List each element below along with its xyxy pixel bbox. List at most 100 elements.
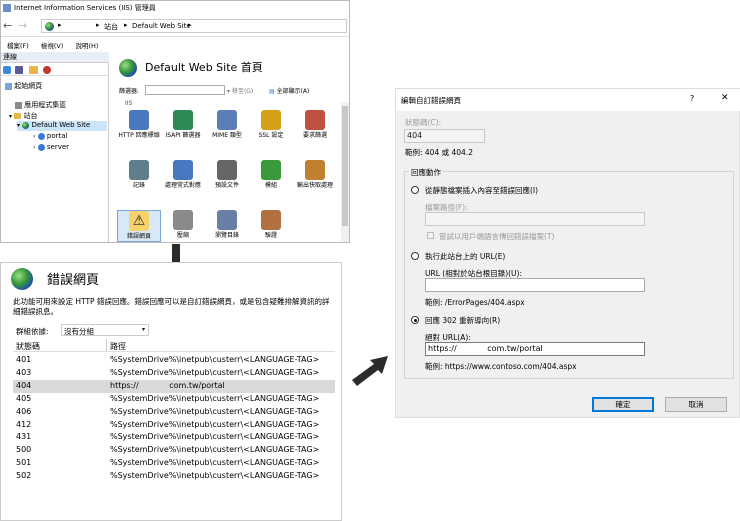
- column-status-code[interactable]: 狀態碼: [16, 341, 40, 352]
- table-row[interactable]: 501 %SystemDrive%\inetpub\custerr\<LANGUA…: [13, 457, 335, 470]
- status-code-cell: 404: [16, 380, 32, 390]
- status-code-input[interactable]: 404: [404, 129, 485, 143]
- menu-help[interactable]: 說明(H): [76, 42, 99, 50]
- table-row[interactable]: 403 %SystemDrive%\inetpub\custerr\<LANGUA…: [13, 367, 335, 380]
- connect-icon[interactable]: [3, 66, 11, 74]
- feature-tile[interactable]: 驗證: [249, 210, 293, 240]
- help-button[interactable]: ?: [690, 94, 694, 103]
- back-button[interactable]: ←: [3, 19, 12, 32]
- features-pane: Default Web Site 首頁 篩選器: ▾ 移至(G) ▤ 全部顯示(…: [111, 52, 349, 242]
- redirect-302-option-label[interactable]: 回應 302 重新導向(R): [425, 315, 500, 326]
- globe-icon: [22, 121, 30, 129]
- status-code-cell: 412: [16, 419, 32, 429]
- feature-tile[interactable]: 記錄: [117, 160, 161, 190]
- chevron-down-icon[interactable]: ▾: [17, 122, 20, 129]
- handler-mappings-icon: [173, 160, 193, 180]
- execute-url-radio[interactable]: [411, 252, 419, 260]
- dialog-title: 編輯自訂錯誤網頁: [401, 96, 461, 105]
- tree-item-sites[interactable]: ▾ 站台: [9, 111, 37, 121]
- column-path[interactable]: 路徑: [110, 341, 126, 352]
- forward-button[interactable]: →: [18, 19, 27, 32]
- folder-icon[interactable]: [29, 66, 38, 74]
- scrollbar[interactable]: [341, 102, 349, 242]
- feature-tile[interactable]: 要求篩選: [293, 110, 337, 140]
- feature-label: 處理常式對應: [164, 182, 201, 189]
- feature-tile[interactable]: 模組: [249, 160, 293, 190]
- absolute-url-input[interactable]: https:// com.tw/portal: [425, 342, 645, 356]
- save-icon[interactable]: [15, 66, 23, 74]
- status-code-cell: 405: [16, 393, 32, 403]
- table-row[interactable]: 405 %SystemDrive%\inetpub\custerr\<LANGUA…: [13, 393, 335, 406]
- feature-tile[interactable]: MIME 類型: [205, 110, 249, 140]
- feature-tile[interactable]: 處理常式對應: [161, 160, 205, 190]
- file-path-input[interactable]: [425, 212, 645, 226]
- cancel-button[interactable]: 取消: [665, 397, 727, 412]
- tree-item-portal[interactable]: › portal: [33, 132, 67, 140]
- menu-view[interactable]: 檢視(V): [41, 42, 64, 50]
- page-title: Default Web Site 首頁: [145, 61, 263, 74]
- tree-item-start-page[interactable]: 起始網頁: [5, 81, 42, 91]
- web-app-icon: [37, 132, 45, 140]
- feature-tile[interactable]: 輸出快取處理: [293, 160, 337, 190]
- filter-input[interactable]: [145, 85, 225, 95]
- tree-item-server[interactable]: › server: [33, 143, 69, 151]
- table-row[interactable]: 502 %SystemDrive%\inetpub\custerr\<LANGUA…: [13, 470, 335, 483]
- chevron-right-icon[interactable]: ›: [33, 133, 35, 140]
- path-cell: %SystemDrive%\inetpub\custerr\<LANGUAGE-…: [110, 393, 320, 403]
- feature-tile[interactable]: 瀏覽目錄: [205, 210, 249, 240]
- table-row[interactable]: 401 %SystemDrive%\inetpub\custerr\<LANGUA…: [13, 354, 335, 367]
- go-button[interactable]: ▾ 移至(G): [227, 86, 253, 95]
- table-row[interactable]: 406 %SystemDrive%\inetpub\custerr\<LANGUA…: [13, 406, 335, 419]
- static-file-option-label[interactable]: 從靜態檔案插入內容至錯誤回應(I): [425, 185, 538, 196]
- feature-tile[interactable]: SSL 設定: [249, 110, 293, 140]
- language-checkbox-label[interactable]: 嘗試以用戶端語言傳回錯誤檔案(T): [439, 231, 554, 242]
- error-pages-panel: 錯誤網頁 此功能可用來設定 HTTP 錯誤回應。錯誤回應可以是自訂錯誤網頁，或是…: [0, 262, 342, 521]
- tree-item-app-pools[interactable]: 應用程式集區: [15, 100, 66, 110]
- close-button[interactable]: ✕: [721, 93, 729, 103]
- feature-tile[interactable]: ⚠ 錯誤網頁: [117, 210, 161, 242]
- globe-icon: [11, 268, 33, 290]
- status-code-cell: 401: [16, 355, 32, 364]
- feature-tile[interactable]: 壓縮: [161, 210, 205, 240]
- redirect-302-radio[interactable]: [411, 316, 419, 324]
- table-row[interactable]: 431 %SystemDrive%\inetpub\custerr\<LANGUA…: [13, 431, 335, 444]
- feature-tile[interactable]: ISAPI 篩選器: [161, 110, 205, 140]
- address-field[interactable]: ▸ ▸ 站台 ▸ Default Web Site ▸: [41, 19, 347, 33]
- table-row[interactable]: 412 %SystemDrive%\inetpub\custerr\<LANGUA…: [13, 419, 335, 432]
- chevron-right-icon[interactable]: ›: [33, 144, 35, 151]
- relative-url-input[interactable]: [425, 278, 645, 292]
- chevron-down-icon: ▾: [141, 326, 145, 333]
- connections-toolbar: [1, 64, 109, 76]
- authentication-icon: [261, 210, 281, 230]
- table-row[interactable]: 404 https:// com.tw/portal: [13, 379, 335, 393]
- dialog-titlebar: 編輯自訂錯誤網頁 ? ✕: [396, 89, 740, 111]
- group-by-select[interactable]: 沒有分組 ▾: [61, 324, 149, 336]
- static-file-radio[interactable]: [411, 186, 419, 194]
- path-cell: %SystemDrive%\inetpub\custerr\<LANGUAGE-…: [110, 445, 320, 455]
- tree-item-default-web-site[interactable]: ▾ Default Web Site: [17, 121, 107, 131]
- ok-button[interactable]: 確定: [592, 397, 654, 412]
- disconnect-icon[interactable]: [43, 66, 51, 74]
- column-divider: [106, 339, 107, 351]
- breadcrumb-default-web-site[interactable]: Default Web Site: [132, 22, 191, 30]
- menu-file[interactable]: 檔案(F): [7, 42, 29, 50]
- chevron-down-icon[interactable]: ▾: [9, 113, 12, 120]
- table-row[interactable]: 500 %SystemDrive%\inetpub\custerr\<LANGUA…: [13, 444, 335, 457]
- language-checkbox[interactable]: [427, 232, 434, 239]
- home-icon: [5, 82, 12, 90]
- connections-header: 連線: [1, 52, 109, 63]
- breadcrumb-sites[interactable]: 站台: [104, 22, 118, 32]
- execute-url-option-label[interactable]: 執行此站台上的 URL(E): [425, 251, 505, 262]
- path-cell: %SystemDrive%\inetpub\custerr\<LANGUAGE-…: [110, 406, 320, 416]
- globe-icon: [45, 22, 54, 31]
- iis-manager-window: Internet Information Services (IIS) 管理員 …: [0, 0, 350, 243]
- iis-app-icon: [3, 4, 11, 12]
- chevron-right-icon: ▸: [96, 21, 100, 29]
- feature-tile[interactable]: HTTP 回應標頭: [117, 110, 161, 140]
- table-header: 狀態碼 路徑: [13, 339, 335, 352]
- scrollbar-thumb[interactable]: [342, 106, 348, 226]
- feature-tile[interactable]: 預設文件: [205, 160, 249, 190]
- group-header-iis: IIS: [125, 100, 133, 107]
- show-all-button[interactable]: ▤ 全部顯示(A): [269, 86, 309, 95]
- status-code-cell: 431: [16, 432, 32, 442]
